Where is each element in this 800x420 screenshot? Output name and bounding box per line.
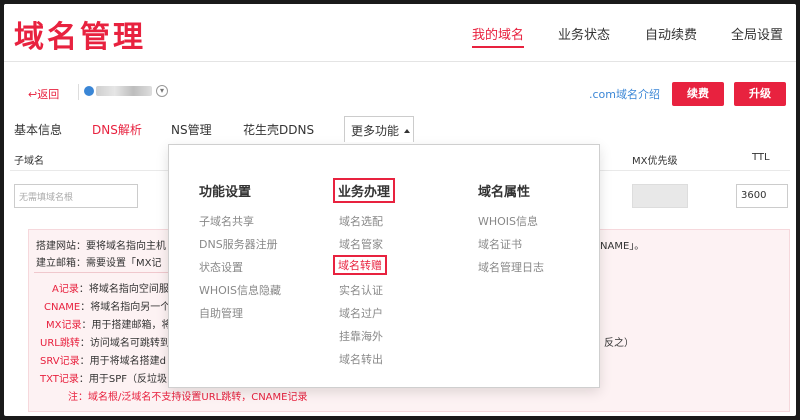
record-key: MX记录 [46, 320, 82, 331]
caret-up-icon [404, 129, 411, 133]
globe-icon [84, 86, 94, 96]
record-srv: SRV记录：用于将域名搭建d [40, 352, 166, 367]
mx-priority-input[interactable] [632, 184, 688, 208]
menu-item-status-settings[interactable]: 状态设置 [199, 259, 243, 275]
menu-item-domain-transfer-gift[interactable]: 域名转赠 [333, 255, 387, 275]
page-header: 域名管理 我的域名 业务状态 自动续费 全局设置 [4, 4, 796, 62]
record-key: A记录 [52, 284, 79, 295]
menu-col-title-business: 业务办理 [333, 178, 396, 203]
col-ttl: TTL [752, 152, 770, 163]
help-site-line: 搭建网站：要将域名指向主机 [36, 241, 166, 252]
record-key: TXT记录 [40, 374, 79, 385]
record-key: CNAME [44, 302, 81, 313]
nav-business-status[interactable]: 业务状态 [558, 24, 610, 43]
upgrade-button[interactable]: 升级 [734, 82, 786, 106]
nav-auto-renew[interactable]: 自动续费 [645, 24, 697, 43]
menu-item-domain-steward[interactable]: 域名管家 [339, 236, 383, 252]
help-divider [34, 272, 174, 273]
tab-more-label: 更多功能 [351, 124, 400, 138]
help-trailing: 反之） [604, 338, 634, 349]
col-subdomain: 子域名 [14, 156, 44, 167]
record-text: ：用于SPF（反垃圾 [78, 374, 168, 385]
subdomain-input[interactable]: 无需填域名根 [14, 184, 138, 208]
back-link[interactable]: ↩返回 [28, 86, 59, 102]
help-mail-tail: NAME」。 [600, 241, 645, 252]
nav-global-settings[interactable]: 全局设置 [731, 24, 783, 43]
menu-item-domain-cert[interactable]: 域名证书 [478, 236, 522, 252]
tab-more-functions[interactable]: 更多功能 [344, 116, 414, 142]
nav-my-domains[interactable]: 我的域名 [472, 24, 525, 48]
tab-ns[interactable]: NS管理 [171, 121, 212, 138]
menu-item-domain-log[interactable]: 域名管理日志 [478, 259, 544, 275]
menu-item-transfer-out[interactable]: 域名转出 [339, 351, 383, 367]
record-cname: CNAME：将域名指向另一个 [44, 298, 170, 313]
tab-ddns[interactable]: 花生壳DDNS [243, 121, 314, 138]
tab-dns[interactable]: DNS解析 [92, 121, 142, 138]
tab-basic-info[interactable]: 基本信息 [14, 121, 62, 138]
help-mail-line: 建立邮箱：需要设置「MX记 [36, 254, 161, 269]
record-text: ：访问域名可跳转到 [79, 338, 170, 349]
record-mx: MX记录：用于搭建邮箱，将 [46, 316, 171, 331]
more-functions-dropdown: 功能设置 业务办理 域名属性 子域名共享 DNS服务器注册 状态设置 WHOIS… [168, 144, 600, 388]
menu-item-whois-privacy[interactable]: WHOIS信息隐藏 [199, 282, 281, 298]
menu-col-title-settings: 功能设置 [199, 185, 252, 200]
divider [78, 84, 79, 100]
record-key: URL跳转 [40, 338, 80, 349]
record-txt: TXT记录：用于SPF（反垃圾 [40, 370, 167, 385]
menu-item-self-manage[interactable]: 自助管理 [199, 305, 243, 321]
menu-item-realname-verify[interactable]: 实名认证 [339, 282, 383, 298]
window-frame: 域名管理 我的域名 业务状态 自动续费 全局设置 ↩返回 ▾ .com域名介绍 … [4, 4, 796, 416]
menu-item-overseas-affiliate[interactable]: 挂靠海外 [339, 328, 383, 344]
record-text: ：将域名指向另一个 [80, 302, 171, 313]
chevron-down-icon[interactable]: ▾ [156, 85, 168, 97]
menu-col-title-properties: 域名属性 [478, 185, 531, 200]
page-title: 域名管理 [14, 20, 146, 55]
menu-item-whois-info[interactable]: WHOIS信息 [478, 213, 538, 229]
domain-name-redacted [96, 86, 152, 96]
renew-button[interactable]: 续费 [672, 82, 724, 106]
menu-item-domain-select[interactable]: 域名选配 [339, 213, 383, 229]
record-a: A记录：将域名指向空间服 [52, 280, 169, 295]
domain-intro-link[interactable]: .com域名介绍 [589, 86, 660, 102]
note-text: ：域名根/泛域名不支持设置URL跳转，CNAME记录 [78, 392, 308, 403]
record-key: SRV记录 [40, 356, 80, 367]
record-text: ：用于将域名搭建d [79, 356, 166, 367]
help-mail-text: 建立邮箱：需要设置「MX记 [36, 258, 162, 269]
help-note: 注：域名根/泛域名不支持设置URL跳转，CNAME记录 [68, 388, 307, 403]
col-mx-priority: MX优先级 [632, 156, 678, 167]
record-text: ：用于搭建邮箱，将 [81, 320, 172, 331]
record-url: URL跳转：访问域名可跳转到 [40, 334, 170, 349]
record-text: ：将域名指向空间服 [78, 284, 169, 295]
menu-item-dns-register[interactable]: DNS服务器注册 [199, 236, 278, 252]
ttl-input[interactable]: 3600 [736, 184, 788, 208]
menu-item-subdomain-share[interactable]: 子域名共享 [199, 213, 254, 229]
note-key: 注 [68, 392, 78, 403]
menu-item-ownership-change[interactable]: 域名过户 [339, 305, 383, 321]
